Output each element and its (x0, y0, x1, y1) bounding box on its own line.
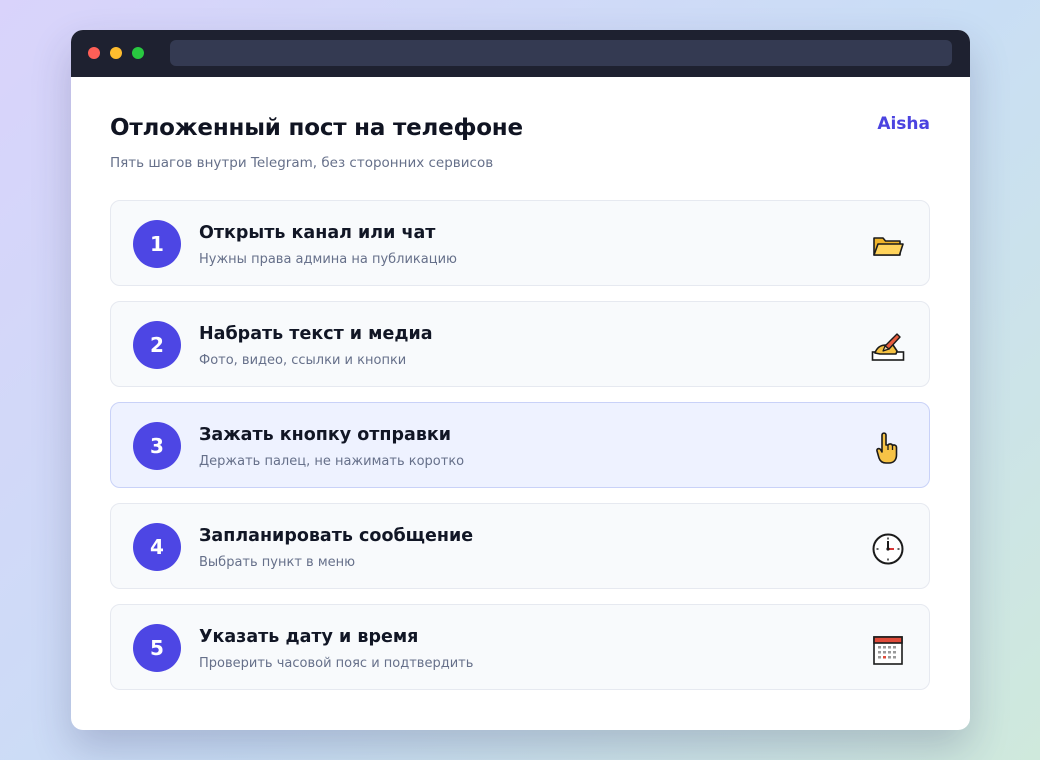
minimize-window-button[interactable] (110, 47, 122, 59)
steps-list: 1 Открыть канал или чат Нужны права адми… (110, 200, 930, 705)
step-description: Фото, видео, ссылки и кнопки (199, 353, 407, 368)
user-name[interactable]: Aisha (877, 114, 930, 134)
step-description: Нужны права админа на публикацию (199, 252, 457, 267)
step-number-badge: 4 (133, 523, 181, 571)
maximize-window-button[interactable] (132, 47, 144, 59)
step-description: Выбрать пункт в меню (199, 555, 356, 570)
close-window-button[interactable] (88, 47, 100, 59)
pointing-hand-icon (871, 431, 905, 465)
step-title: Набрать текст и медиа (199, 324, 433, 344)
step-item-4[interactable]: 4 Запланировать сообщение Выбрать пункт … (110, 503, 930, 589)
step-number-badge: 5 (133, 624, 181, 672)
clock-icon (871, 532, 905, 566)
step-title: Запланировать сообщение (199, 526, 474, 546)
step-item-3[interactable]: 3 Зажать кнопку отправки Держать палец, … (110, 402, 930, 488)
step-item-2[interactable]: 2 Набрать текст и медиа Фото, видео, ссы… (110, 301, 930, 387)
step-item-5[interactable]: 5 Указать дату и время Проверить часовой… (110, 604, 930, 690)
page-title: Отложенный пост на телефоне (110, 115, 523, 141)
page-subtitle: Пять шагов внутри Telegram, без сторонни… (110, 155, 494, 171)
step-number-badge: 3 (133, 422, 181, 470)
window-titlebar (71, 30, 970, 77)
step-number-badge: 1 (133, 220, 181, 268)
step-title: Зажать кнопку отправки (199, 425, 452, 445)
address-bar[interactable] (170, 40, 952, 66)
browser-window: Отложенный пост на телефоне Aisha Пять ш… (71, 30, 970, 730)
step-description: Держать палец, не нажимать коротко (199, 454, 465, 469)
step-title: Открыть канал или чат (199, 223, 436, 243)
step-number-badge: 2 (133, 321, 181, 369)
calendar-icon (871, 633, 905, 667)
step-item-1[interactable]: 1 Открыть канал или чат Нужны права адми… (110, 200, 930, 286)
folder-icon (871, 229, 905, 263)
step-title: Указать дату и время (199, 627, 419, 647)
writing-hand-icon (871, 330, 905, 364)
step-description: Проверить часовой пояс и подтвердить (199, 656, 474, 671)
